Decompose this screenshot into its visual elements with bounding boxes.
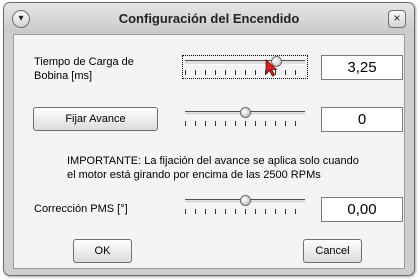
coil-charge-value-field[interactable]: 3,25 <box>321 55 403 80</box>
coil-charge-label-line1: Tiempo de Carga de <box>34 56 134 68</box>
coil-charge-slider[interactable] <box>182 55 308 79</box>
dialog-body: Tiempo de Carga de Bobina [ms] 3,25 Fija… <box>13 34 405 269</box>
notice-line1: IMPORTANTE: La fijación del avance se ap… <box>67 155 359 167</box>
dialog-window: ▾ Configuración del Encendido × Tiempo d… <box>3 2 415 276</box>
ok-button[interactable]: OK <box>73 239 132 263</box>
pms-correction-label: Corrección PMS [°] <box>34 203 128 215</box>
dialog-title: Configuración del Encendido <box>118 11 300 26</box>
mouse-cursor-icon <box>265 59 278 77</box>
slider-track <box>185 60 305 65</box>
important-notice: IMPORTANTE: La fijación del avance se ap… <box>67 154 359 182</box>
slider-thumb[interactable] <box>240 195 251 206</box>
notice-line2: el motor está girando por encima de las … <box>67 169 321 181</box>
fix-advance-button[interactable]: Fijar Avance <box>33 107 158 131</box>
pms-correction-slider[interactable] <box>184 195 306 216</box>
advance-slider[interactable] <box>184 107 306 128</box>
advance-value-field[interactable]: 0 <box>321 107 403 132</box>
coil-charge-label: Tiempo de Carga de Bobina [ms] <box>34 55 134 83</box>
slider-ticks <box>185 209 305 214</box>
slider-ticks <box>185 70 305 75</box>
slider-ticks <box>185 121 305 126</box>
close-icon[interactable]: × <box>388 10 406 28</box>
title-bar[interactable]: ▾ Configuración del Encendido × <box>4 3 414 33</box>
pms-correction-value-field[interactable]: 0,00 <box>321 197 403 222</box>
coil-charge-label-line2: Bobina [ms] <box>34 70 93 82</box>
cancel-button[interactable]: Cancel <box>303 239 362 263</box>
slider-thumb[interactable] <box>240 107 251 118</box>
